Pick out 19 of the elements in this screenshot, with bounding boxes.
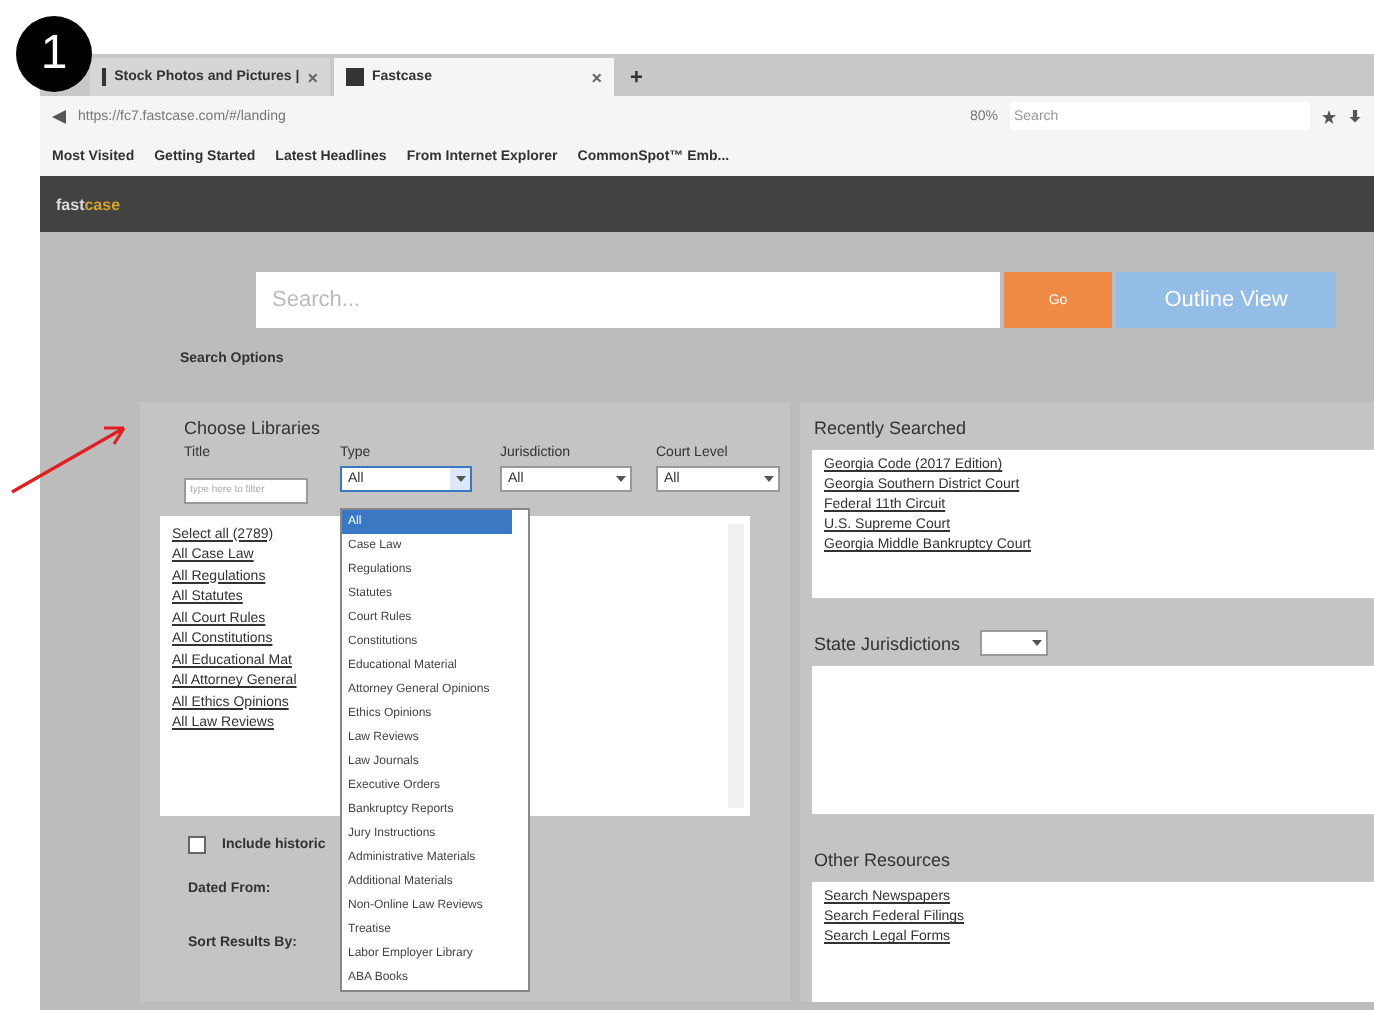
step-number-badge: 1 xyxy=(16,16,92,92)
favicon-icon xyxy=(102,68,107,86)
panel-title: Choose Libraries xyxy=(184,418,323,438)
caret-icon xyxy=(455,476,465,482)
section-title: State Jurisdictions xyxy=(814,633,961,653)
download-icon[interactable] xyxy=(1348,109,1362,123)
search-field[interactable]: Search... xyxy=(256,272,1000,328)
state-select[interactable] xyxy=(980,630,1049,656)
section-title: Recently Searched xyxy=(814,418,969,438)
new-tab-button[interactable]: + xyxy=(618,58,654,96)
caret-icon xyxy=(615,476,625,482)
favicon-icon xyxy=(346,68,364,86)
site-logo[interactable]: fastcase xyxy=(56,195,121,213)
checkbox[interactable] xyxy=(188,835,206,853)
back-icon[interactable] xyxy=(52,109,66,123)
star-icon[interactable] xyxy=(1322,109,1336,123)
caret-icon xyxy=(1031,640,1042,646)
caret-icon xyxy=(763,476,773,482)
section-title: Other Resources xyxy=(814,850,953,870)
